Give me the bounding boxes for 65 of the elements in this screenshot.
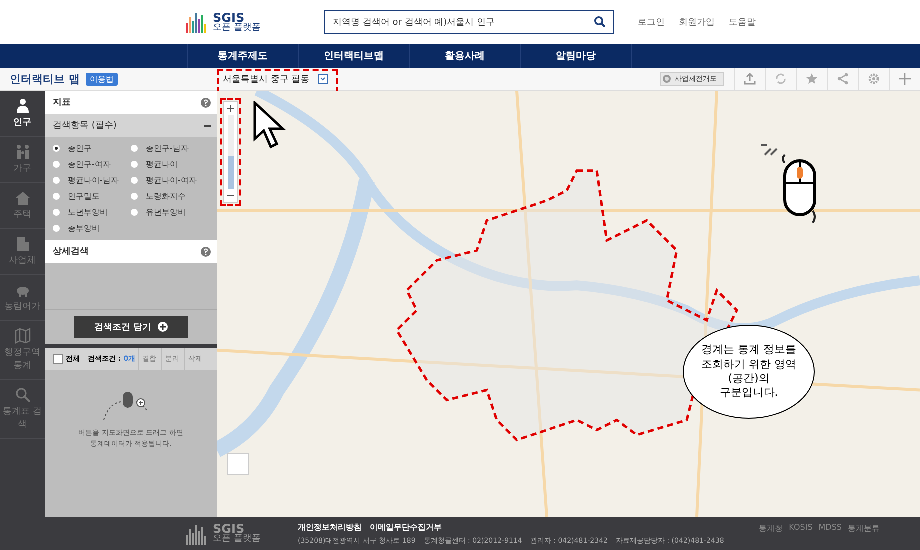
site-logo[interactable]: SGIS 오픈 플랫폼 — [186, 11, 324, 33]
radio-option[interactable]: 유년부양비 — [131, 207, 209, 218]
search-icon — [14, 387, 30, 403]
section-title: 검색항목 (필수) — [53, 120, 117, 132]
radio-option[interactable]: 총인구 — [53, 143, 131, 154]
radio-button[interactable] — [53, 193, 60, 200]
zoom-thumb[interactable] — [228, 156, 234, 189]
zoom-in-icon[interactable] — [227, 105, 234, 112]
zoom-out-icon[interactable] — [227, 192, 234, 199]
radio-option[interactable]: 평균나이 — [131, 159, 209, 170]
category-label: 가구 — [14, 163, 32, 175]
chevron-down-icon — [318, 74, 328, 84]
category-label: 사업체 — [9, 255, 36, 267]
section-title: 상세검색 — [53, 246, 89, 258]
radio-option[interactable]: 총인구-남자 — [131, 143, 209, 154]
header-link[interactable]: 도움말 — [729, 16, 756, 28]
zoom-slider[interactable] — [223, 101, 238, 203]
person-icon — [14, 98, 30, 114]
help-icon[interactable] — [201, 98, 211, 108]
radio-option[interactable]: 노령화지수 — [131, 191, 209, 202]
guide-button[interactable]: 이용법 — [86, 72, 118, 86]
category-label: 주택 — [14, 209, 32, 221]
radio-button[interactable] — [131, 193, 138, 200]
search-icon[interactable] — [594, 16, 606, 28]
radio-option[interactable]: 총부양비 — [53, 223, 131, 234]
bars-logo-icon — [186, 11, 208, 33]
map-icon — [14, 328, 30, 344]
radio-option[interactable]: 노년부양비 — [53, 207, 131, 218]
radio-button[interactable] — [131, 209, 138, 216]
radio-button[interactable] — [131, 161, 138, 168]
radio-button[interactable] — [131, 177, 138, 184]
header-link[interactable]: 로그인 — [638, 16, 665, 28]
pointer-cursor-icon — [253, 101, 289, 149]
radio-button[interactable] — [53, 225, 60, 232]
radio-button[interactable] — [53, 177, 60, 184]
radio-option[interactable]: 평균나이-남자 — [53, 175, 131, 186]
radio-option[interactable]: 평균나이-여자 — [131, 175, 209, 186]
help-icon[interactable] — [201, 246, 211, 256]
footer-link[interactable]: 이메일무단수집거부 — [370, 522, 442, 532]
radio-button[interactable] — [53, 161, 60, 168]
page-title: 인터랙티브 맵 — [10, 72, 80, 86]
family-icon — [14, 144, 30, 160]
logo-subtitle: 오픈 플랫폼 — [213, 535, 261, 544]
building-icon — [14, 236, 30, 252]
logo-title: SGIS — [213, 12, 245, 24]
search-field[interactable]: 지역명 검색어 or 검색어 예)서울시 인구 — [324, 10, 614, 34]
logo-title: SGIS — [213, 523, 245, 535]
category-label: 인구 — [14, 117, 32, 129]
section-title: 지표 — [53, 97, 71, 109]
logo-subtitle: 오픈 플랫폼 — [213, 24, 261, 32]
radio-button[interactable] — [131, 145, 138, 152]
category-label: 농림어가 — [4, 301, 40, 313]
category-label: 통계표 검색 — [2, 406, 43, 431]
category-label: 행정구역 통계 — [4, 347, 42, 372]
footer-logo[interactable]: SGIS 오픈 플랫폼 — [186, 522, 298, 544]
house-icon — [14, 190, 30, 206]
plus-circle-icon — [158, 322, 168, 332]
radio-option[interactable]: 총인구-여자 — [53, 159, 131, 170]
add-condition-button[interactable]: 검색조건 담기 — [74, 316, 188, 338]
radio-option[interactable]: 인구밀도 — [53, 191, 131, 202]
radio-button[interactable] — [53, 145, 60, 152]
bars-logo-icon — [186, 522, 208, 544]
footer-link[interactable]: 개인정보처리방침 — [298, 522, 362, 532]
radio-button[interactable] — [53, 209, 60, 216]
header-link[interactable]: 회원가입 — [679, 16, 715, 28]
